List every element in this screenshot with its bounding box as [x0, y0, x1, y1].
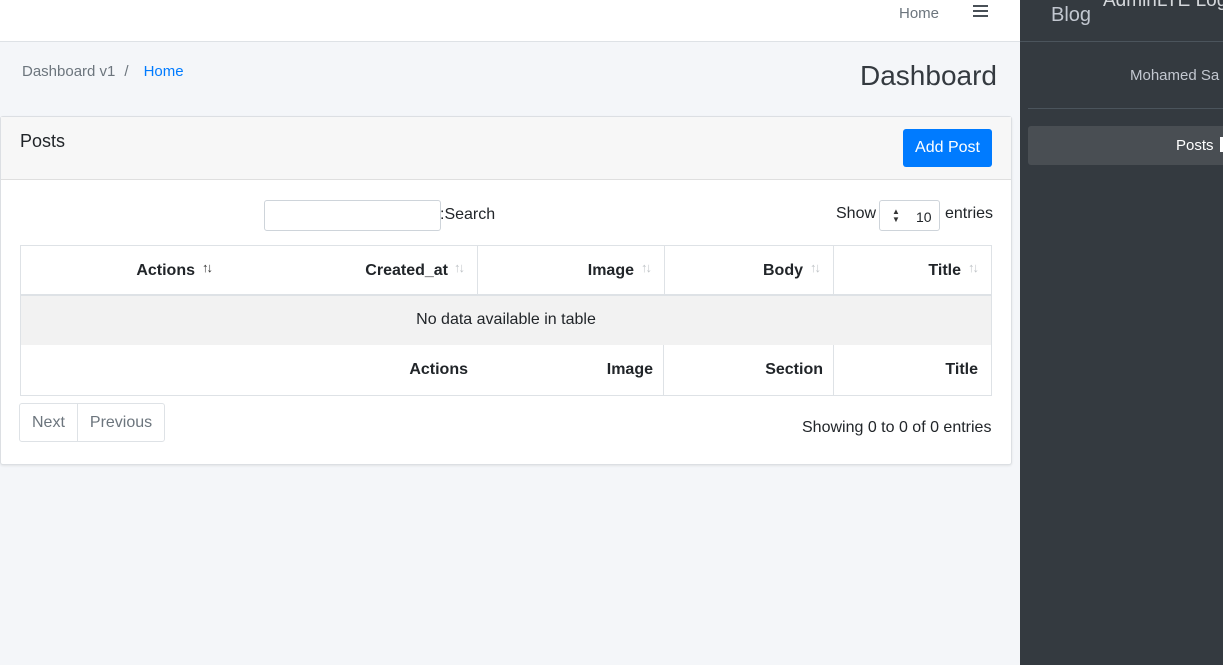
footer-actions: Actions: [409, 361, 468, 378]
table-info: Showing 0 to 0 of 0 entries: [802, 419, 992, 436]
brand-name: Blog: [1051, 4, 1092, 26]
brand-logo-text: AdminLTE Logo: [1103, 0, 1223, 11]
card-title: Posts: [20, 131, 66, 151]
next-button[interactable]: Next: [20, 404, 77, 441]
sort-icon: ↑↓: [810, 260, 821, 275]
sort-icon: ↑↓: [968, 260, 979, 275]
header-created-at[interactable]: Created_at ↑↓: [225, 246, 477, 294]
breadcrumb-home-link[interactable]: Home: [144, 63, 184, 80]
posts-card: Posts Add Post :Search Show ▲ ▼ 10 entrie…: [0, 116, 1012, 465]
top-navbar: Home: [0, 0, 1020, 42]
empty-message: No data available in table: [416, 311, 596, 328]
footer-section: Section: [765, 361, 823, 378]
sidebar: AdminLTE Logo Blog Mohamed Sa Posts: [1020, 0, 1223, 665]
sort-icon: ↑↓: [641, 260, 652, 275]
table-empty-row: No data available in table: [20, 296, 992, 345]
brand[interactable]: AdminLTE Logo Blog: [1020, 0, 1223, 42]
breadcrumb: Dashboard v1 / Home: [22, 63, 184, 80]
card-header: Posts Add Post: [1, 117, 1011, 180]
sort-icon: ↑↓: [202, 260, 213, 275]
menu-toggle-icon[interactable]: [971, 3, 991, 23]
select-arrows-icon: ▲ ▼: [892, 207, 900, 224]
search-label: :Search: [440, 206, 496, 223]
sidebar-item-posts[interactable]: Posts: [1028, 126, 1223, 165]
page-title: Dashboard: [860, 60, 997, 91]
breadcrumb-separator: /: [124, 63, 129, 80]
nav-home-link[interactable]: Home: [899, 5, 939, 22]
header-actions[interactable]: Actions ↑↓: [21, 246, 225, 294]
sort-icon: ↑↓: [454, 260, 465, 275]
entries-select[interactable]: ▲ ▼ 10: [879, 200, 940, 231]
add-post-button[interactable]: Add Post: [903, 129, 992, 167]
header-title[interactable]: Title ↑↓: [834, 246, 991, 294]
header-image[interactable]: Image ↑↓: [478, 246, 664, 294]
pagination: Next Previous: [19, 403, 166, 442]
show-label: Show: [836, 205, 877, 222]
footer-title: Title: [945, 361, 978, 378]
footer-image: Image: [606, 361, 653, 378]
entries-label: entries: [945, 205, 994, 222]
divider: [1028, 108, 1223, 109]
posts-table: Actions ↑↓ Created_at ↑↓ Image ↑↓ Body ↑…: [20, 245, 992, 396]
header-body[interactable]: Body ↑↓: [665, 246, 833, 294]
previous-button[interactable]: Previous: [76, 404, 164, 441]
table-header-row: Actions ↑↓ Created_at ↑↓ Image ↑↓ Body ↑…: [20, 245, 992, 296]
search-input[interactable]: [264, 200, 441, 231]
sidebar-item-label: Posts: [1176, 137, 1214, 154]
table-footer-row: Actions Image Section Title: [20, 345, 992, 396]
user-name[interactable]: Mohamed Sa: [1130, 67, 1219, 84]
breadcrumb-current: Dashboard v1: [22, 63, 116, 80]
entries-select-value: 10: [916, 209, 932, 225]
